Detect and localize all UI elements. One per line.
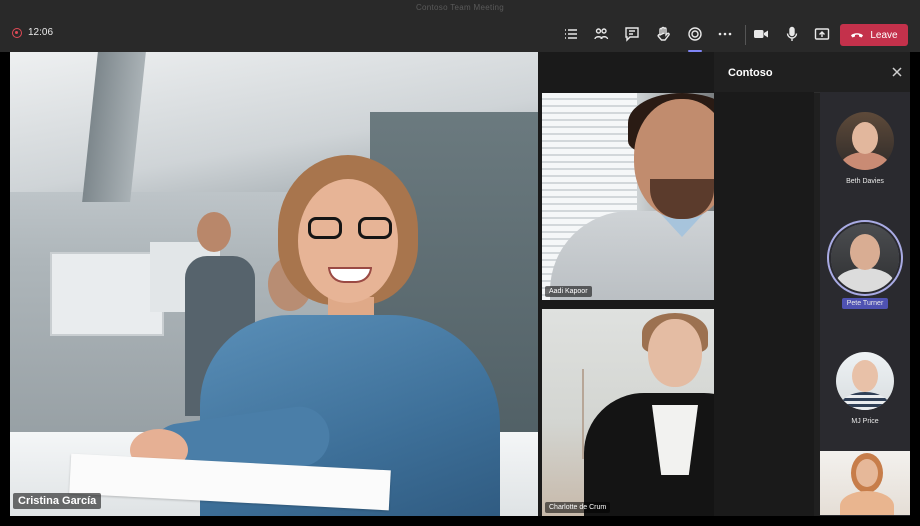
camera-icon [754, 30, 768, 38]
participant-name: MJ Price [851, 418, 879, 425]
hand-icon [657, 26, 670, 41]
roster-item[interactable]: Beth Davies [820, 112, 910, 188]
participants-list-button[interactable] [559, 22, 583, 46]
side-panel: Contoso Beth Davies Pete Turner MJ Price [714, 52, 910, 516]
together-mode-button[interactable] [683, 22, 707, 52]
participant-name: Pete Turner [841, 298, 889, 309]
close-panel-button[interactable] [892, 64, 906, 78]
camera-button[interactable] [749, 22, 773, 46]
raise-hand-button[interactable] [651, 22, 675, 46]
window-title: Contoso Team Meeting [415, 3, 505, 12]
video-tile[interactable]: Aadi Kapoor [542, 93, 714, 300]
people-button[interactable] [589, 22, 613, 46]
meeting-timer: 12:06 [28, 27, 54, 38]
leave-label: Leave [870, 29, 898, 41]
tile-name-label: Aadi Kapoor [545, 286, 592, 297]
video-stage: Cristina García Aadi Kapoor Charlotte de… [10, 52, 714, 516]
participant-name: Beth Davies [846, 178, 884, 185]
close-icon [892, 67, 902, 77]
recording-icon [12, 28, 22, 38]
together-mode-icon [688, 27, 702, 41]
panel-header: Contoso [714, 52, 910, 93]
more-actions-button[interactable] [713, 22, 737, 46]
share-button[interactable] [810, 22, 834, 46]
leave-button[interactable]: Leave [840, 24, 908, 46]
self-view-tile[interactable] [820, 451, 910, 515]
share-icon [814, 28, 830, 40]
people-icon [594, 28, 609, 40]
main-video-feed[interactable]: Cristina García [10, 52, 538, 516]
panel-title: Contoso [728, 67, 773, 79]
chat-button[interactable] [620, 22, 644, 46]
avatar [836, 112, 894, 170]
roster-item[interactable]: Pete Turner [820, 224, 910, 310]
chat-icon [625, 27, 639, 42]
phone-hangup-icon [851, 33, 864, 38]
mic-icon [786, 26, 798, 41]
list-icon [565, 29, 577, 39]
tile-name-label: Charlotte de Crum [545, 502, 611, 513]
main-participant-name: Cristina García [13, 493, 102, 509]
video-tile[interactable]: Charlotte de Crum [542, 309, 714, 516]
more-icon [718, 32, 732, 36]
panel-strip [714, 92, 814, 516]
microphone-button[interactable] [780, 22, 804, 46]
avatar [836, 352, 894, 410]
meeting-toolbar: Contoso Team Meeting 12:06 Leave [0, 0, 920, 52]
roster-item[interactable]: MJ Price [820, 352, 910, 428]
toolbar-divider [745, 25, 746, 45]
avatar [831, 224, 899, 292]
